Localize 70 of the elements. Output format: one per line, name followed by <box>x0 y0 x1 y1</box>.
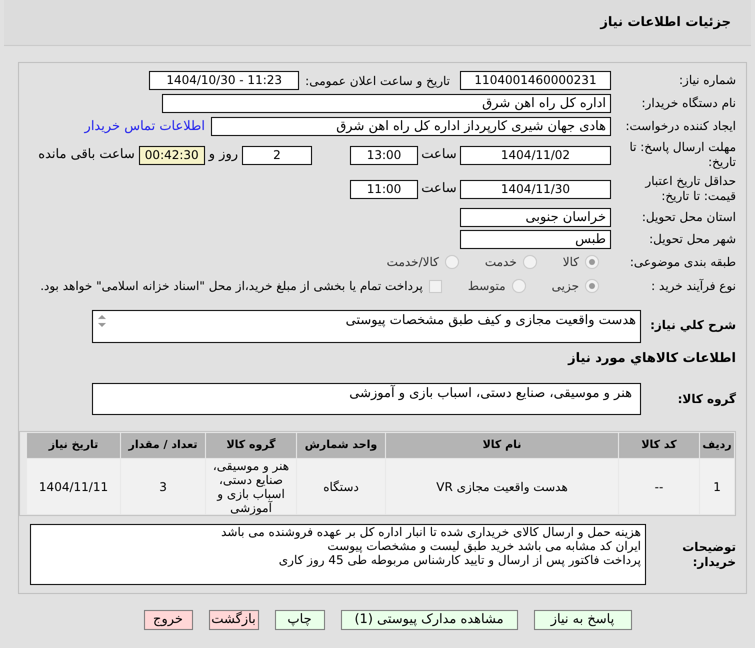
radio-label: جزیی <box>552 278 579 295</box>
action-button[interactable]: چاپ <box>274 610 324 630</box>
field-label: گروه کالا: <box>676 392 736 406</box>
radio-button[interactable] <box>444 255 459 269</box>
note-line: ایران کد مشابه می باشد خرید طبق لیست و مشخصات پیوست <box>326 539 641 553</box>
column-header: واحد شمارش <box>297 433 385 458</box>
table-cell: دستگاه <box>297 459 385 514</box>
field-label: ساعت <box>420 180 458 198</box>
table-cell: هنر و موسیقی، صنایع دستی، اسباب بازی و آموزشی <box>206 459 296 514</box>
field-label: ساعت <box>420 146 458 164</box>
value-field: 11:00 <box>350 180 418 198</box>
checkbox[interactable] <box>428 280 442 292</box>
radio-button[interactable] <box>585 279 599 293</box>
radio-button[interactable] <box>512 279 526 293</box>
table-cell: 3 <box>121 459 205 514</box>
field-label: شهر محل تحویل: <box>648 232 736 246</box>
value-field: 2 <box>242 146 312 164</box>
radio-label: کالا/خدمت <box>386 254 439 271</box>
field-label: روز و <box>208 146 238 164</box>
summary-textarea[interactable]: هدست واقعیت مجازی و کیف طبق مشخصات پیوستی <box>92 310 641 343</box>
value-field: خراسان جنوبی <box>460 208 611 226</box>
table-cell: -- <box>619 459 699 514</box>
table-cell: 1 <box>700 459 734 514</box>
note-line: هزینه حمل و ارسال کالای خریداری شده تا انبار اداره کل بر عهده فروشنده می باشد <box>220 525 641 539</box>
column-header: تاریخ نیاز <box>27 433 120 458</box>
value-field: 1404/11/02 <box>460 146 611 164</box>
radio-button[interactable] <box>522 255 537 269</box>
field-label: حداقل تاریخ اعتبار قیمت: تا تاریخ: <box>644 174 736 204</box>
countdown-field: 00:42:30 <box>138 146 205 164</box>
checkbox-label: پرداخت تمام یا بخشی از مبلغ خرید،از محل "اسناد خزانه اسلامی" خواهد بود. <box>40 278 423 295</box>
radio-label: متوسط <box>468 278 506 295</box>
action-button[interactable]: بازگشت <box>208 610 258 630</box>
column-header: کد کالا <box>619 433 699 458</box>
page-title: جزئیات اطلاعات نیاز <box>600 14 731 32</box>
action-button[interactable]: مشاهده مدارک پیوستی (1) <box>340 610 518 630</box>
column-header: گروه کالا <box>206 433 296 458</box>
action-button[interactable]: پاسخ به نیاز <box>534 610 632 630</box>
field-label: نام دستگاه خریدار: <box>640 96 736 111</box>
field-label: تاریخ و ساعت اعلان عمومی: <box>305 72 450 90</box>
column-header: نام کالا <box>386 433 618 458</box>
radio-label: خدمت <box>484 254 517 271</box>
radio-label: کالا <box>562 254 579 271</box>
value-field: 1404/11/30 <box>460 180 611 198</box>
value-field: اداره کل راه اهن شرق <box>162 94 611 113</box>
value-field: 1404/10/30 - 11:23 <box>149 71 300 90</box>
value-field: هادی جهان شیری کارپرداز اداره کل راه اهن شرق <box>211 117 611 136</box>
section-heading: اطلاعات كالاهاي مورد نياز <box>566 350 736 368</box>
goods-group-textarea[interactable]: هنر و موسیقی، صنایع دستی، اسباب بازی و آموزشی <box>92 383 641 415</box>
buyer-contact-link[interactable]: اطلاعات تماس خریدار <box>84 116 205 136</box>
column-header: ردیف <box>700 433 734 458</box>
field-label: شماره نیاز: <box>678 73 736 88</box>
radio-button[interactable] <box>585 255 599 269</box>
value-field: 13:00 <box>350 146 418 164</box>
field-label: ساعت باقی مانده <box>38 146 135 164</box>
field-label: شرح کلي نياز: <box>649 317 736 333</box>
column-header: تعداد / مقدار <box>121 433 205 458</box>
note-line: پرداخت فاکتور پس از ارسال و تایید کارشناس مربوطه طی 45 روز کاری <box>278 553 641 567</box>
value-field: 1104001460000231 <box>460 71 611 90</box>
notes-textarea[interactable]: هزینه حمل و ارسال کالای خریداری شده تا انبار اداره کل بر عهده فروشنده می باشد ایران کد مشابه می باشد خرید طبق لیست و مشخصات پیوست پرداخت فاکتور پس از ارسال و تایید کارشناس مربوطه طی 45 روز کاری <box>30 524 646 585</box>
scroll-arrows-icon <box>97 313 107 329</box>
table-cell: 1404/11/11 <box>27 459 120 514</box>
action-button[interactable]: خروج <box>144 610 192 630</box>
field-label: نوع فرآیند خرید : <box>650 278 736 294</box>
field-label: ایجاد کننده درخواست: <box>624 119 736 134</box>
field-label: مهلت ارسال پاسخ: تا تاریخ: <box>628 140 736 170</box>
field-label: توضیحات خریدار: <box>681 540 736 570</box>
field-label: طبقه بندی موضوعی: <box>628 254 736 270</box>
table-cell: هدست واقعیت مجازی VR <box>386 459 618 514</box>
value-field: طبس <box>460 230 611 248</box>
field-label: استان محل تحویل: <box>640 210 736 224</box>
